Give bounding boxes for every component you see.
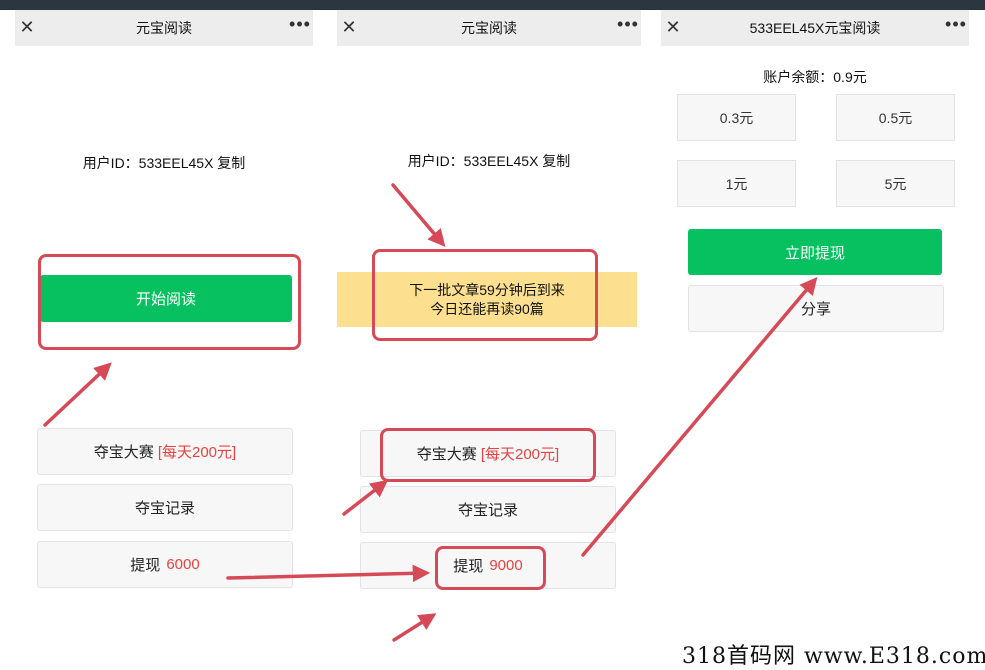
arrow-to-withdraw-value	[226, 564, 431, 583]
annotation-arrows	[43, 183, 818, 642]
arrow-to-start	[43, 362, 112, 427]
watermark-text: 318首码网 www.E318.com	[682, 644, 985, 669]
arrow-to-notice	[391, 183, 446, 248]
arrow-bottom	[392, 613, 437, 642]
arrow-to-treasure	[342, 479, 389, 516]
arrow-to-withdraw-now	[581, 276, 818, 557]
